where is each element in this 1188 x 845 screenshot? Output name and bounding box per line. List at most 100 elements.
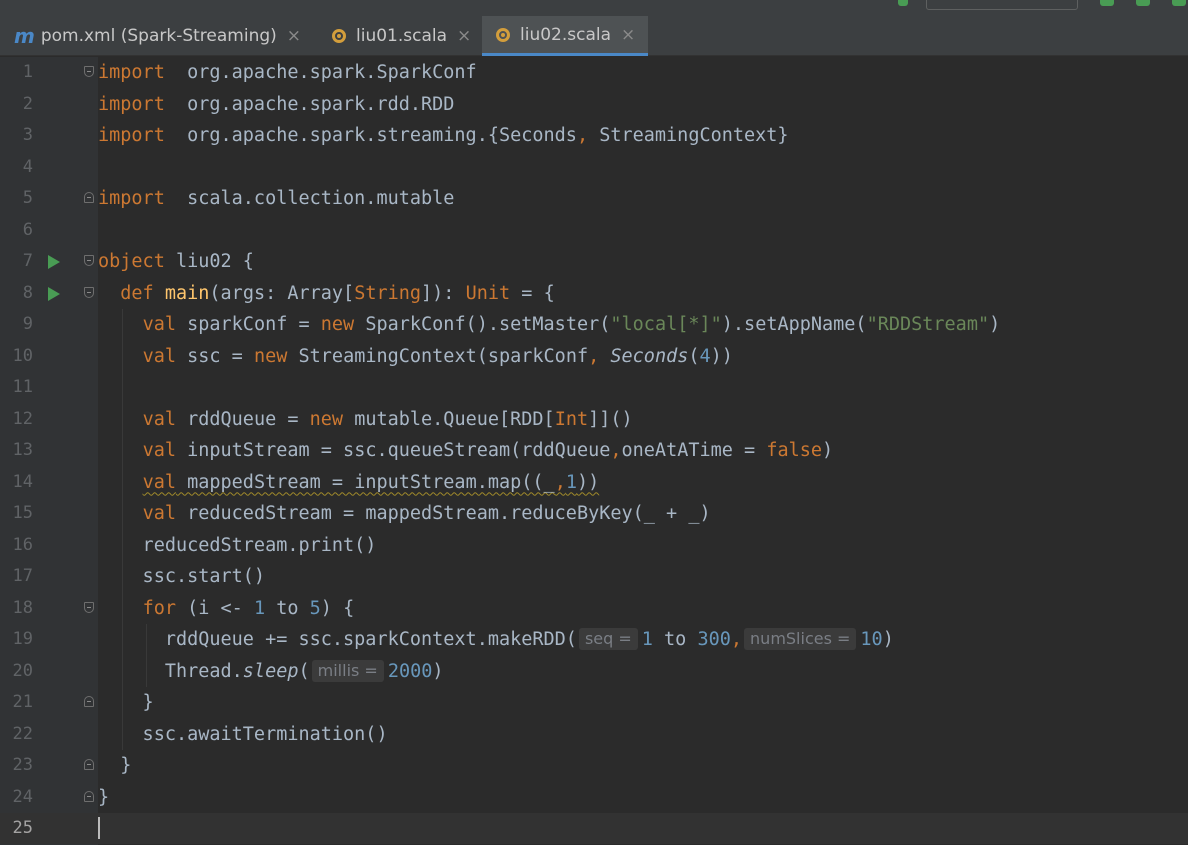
indent-guide bbox=[146, 624, 147, 687]
code-token: 300 bbox=[697, 629, 731, 650]
line-number[interactable]: 6 bbox=[0, 215, 33, 246]
run-gutter-icon[interactable] bbox=[48, 255, 60, 269]
code-line[interactable]: 1 import org.apache.spark.SparkConf bbox=[0, 57, 1188, 88]
code-token: , bbox=[610, 440, 622, 461]
fold-icon[interactable] bbox=[84, 66, 94, 77]
line-number[interactable]: 8 bbox=[0, 278, 33, 309]
code-token: 1 bbox=[565, 471, 577, 493]
line-number[interactable]: 17 bbox=[0, 561, 33, 592]
code-token: 5 bbox=[309, 597, 321, 619]
code-token: object bbox=[98, 251, 165, 272]
line-number[interactable]: 9 bbox=[0, 309, 33, 340]
line-number[interactable]: 19 bbox=[0, 624, 33, 655]
tab-liu02-scala[interactable]: liu02.scala × bbox=[482, 16, 648, 56]
code-line[interactable]: 22 ssc.awaitTermination() bbox=[0, 719, 1188, 750]
fold-icon[interactable] bbox=[84, 286, 94, 298]
run-configuration-selector[interactable] bbox=[926, 0, 1078, 10]
code-line[interactable]: 10 val ssc = new StreamingContext(sparkC… bbox=[0, 341, 1188, 372]
code-line[interactable]: 13 val inputStream = ssc.queueStream(rdd… bbox=[0, 435, 1188, 466]
code-token: Unit bbox=[465, 282, 511, 304]
fold-icon[interactable] bbox=[84, 255, 94, 266]
code-line[interactable]: 5 import scala.collection.mutable bbox=[0, 183, 1188, 214]
code-token: import bbox=[98, 125, 165, 146]
code-token: rddQueue += ssc.sparkContext.makeRDD( bbox=[98, 629, 577, 650]
code-line[interactable]: 21 } bbox=[0, 687, 1188, 718]
line-number[interactable]: 18 bbox=[0, 593, 33, 624]
fold-icon[interactable] bbox=[84, 790, 94, 802]
close-icon[interactable]: × bbox=[621, 25, 635, 45]
line-number[interactable]: 16 bbox=[0, 530, 33, 561]
line-number[interactable]: 10 bbox=[0, 341, 33, 372]
code-line[interactable]: 8 def main(args: Array[String]): Unit = … bbox=[0, 278, 1188, 309]
tab-pom-xml[interactable]: m pom.xml (Spark-Streaming) × bbox=[0, 16, 320, 56]
line-number[interactable]: 13 bbox=[0, 435, 33, 466]
close-icon[interactable]: × bbox=[457, 26, 471, 46]
code-text: def main(args: Array[String]): Unit = { bbox=[98, 278, 555, 309]
code-token: ssc.awaitTermination() bbox=[98, 723, 388, 745]
line-number[interactable]: 14 bbox=[0, 467, 33, 498]
run-icon[interactable] bbox=[1100, 0, 1114, 6]
code-line[interactable]: 23 } bbox=[0, 750, 1188, 781]
close-icon[interactable]: × bbox=[287, 26, 301, 46]
code-token: (i <- bbox=[175, 597, 254, 619]
line-number[interactable]: 1 bbox=[0, 57, 33, 88]
code-line[interactable]: 2 import org.apache.spark.rdd.RDD bbox=[0, 89, 1188, 120]
line-number[interactable]: 22 bbox=[0, 719, 33, 750]
code-token: = { bbox=[510, 282, 555, 304]
code-line[interactable]: 6 bbox=[0, 215, 1188, 246]
code-line[interactable]: 17 ssc.start() bbox=[0, 561, 1188, 592]
coverage-icon[interactable] bbox=[1172, 0, 1186, 6]
build-icon[interactable] bbox=[898, 0, 908, 6]
code-line[interactable]: 25 bbox=[0, 813, 1188, 844]
code-token: } bbox=[98, 755, 132, 776]
code-text: } bbox=[98, 750, 131, 781]
code-line[interactable]: 9 val sparkConf = new SparkConf().setMas… bbox=[0, 309, 1188, 340]
line-number[interactable]: 24 bbox=[0, 782, 33, 813]
code-line[interactable]: 11 bbox=[0, 372, 1188, 403]
line-number[interactable]: 3 bbox=[0, 120, 33, 151]
line-number[interactable]: 4 bbox=[0, 152, 33, 183]
line-number[interactable]: 15 bbox=[0, 498, 33, 529]
code-token: 2000 bbox=[387, 660, 433, 682]
code-token: )) bbox=[710, 345, 733, 367]
run-gutter-icon[interactable] bbox=[48, 286, 60, 301]
code-token: , bbox=[730, 629, 743, 650]
line-number[interactable]: 12 bbox=[0, 404, 33, 435]
code-line[interactable]: 4 bbox=[0, 152, 1188, 183]
code-line[interactable]: 20 Thread.sleep(millis = 2000) bbox=[0, 656, 1188, 687]
line-number[interactable]: 20 bbox=[0, 656, 33, 687]
line-number[interactable]: 2 bbox=[0, 89, 33, 120]
debug-icon[interactable] bbox=[1136, 0, 1150, 6]
code-line[interactable]: 16 reducedStream.print() bbox=[0, 530, 1188, 561]
code-line[interactable]: 15 val reducedStream = mappedStream.redu… bbox=[0, 498, 1188, 529]
code-text: import org.apache.spark.streaming.{Secon… bbox=[98, 120, 789, 151]
tab-liu01-scala[interactable]: liu01.scala × bbox=[320, 16, 482, 56]
fold-icon[interactable] bbox=[84, 601, 94, 613]
scala-file-icon bbox=[332, 29, 346, 43]
code-line[interactable]: 19 rddQueue += ssc.sparkContext.makeRDD(… bbox=[0, 624, 1188, 655]
fold-icon[interactable] bbox=[84, 192, 94, 203]
line-number[interactable]: 25 bbox=[0, 813, 33, 844]
line-number[interactable]: 21 bbox=[0, 687, 33, 718]
line-number[interactable]: 5 bbox=[0, 183, 33, 214]
line-number[interactable]: 7 bbox=[0, 246, 33, 277]
code-token: sleep bbox=[242, 660, 299, 682]
fold-icon[interactable] bbox=[84, 696, 94, 707]
code-token: val bbox=[142, 503, 176, 524]
code-line[interactable]: 14 val mappedStream = inputStream.map((_… bbox=[0, 467, 1188, 498]
maven-icon: m bbox=[14, 24, 35, 48]
code-line[interactable]: 7 object liu02 { bbox=[0, 246, 1188, 277]
code-token: )) bbox=[576, 471, 600, 493]
code-line[interactable]: 3 import org.apache.spark.streaming.{Seco… bbox=[0, 120, 1188, 151]
code-line[interactable]: 12 val rddQueue = new mutable.Queue[RDD[… bbox=[0, 404, 1188, 435]
fold-icon[interactable] bbox=[84, 759, 94, 770]
code-line[interactable]: 18 for (i <- 1 to 5) { bbox=[0, 593, 1188, 624]
line-number[interactable]: 11 bbox=[0, 372, 33, 403]
tab-label: liu02.scala bbox=[520, 24, 612, 45]
line-number[interactable]: 23 bbox=[0, 750, 33, 781]
code-line[interactable]: 24} bbox=[0, 782, 1188, 813]
